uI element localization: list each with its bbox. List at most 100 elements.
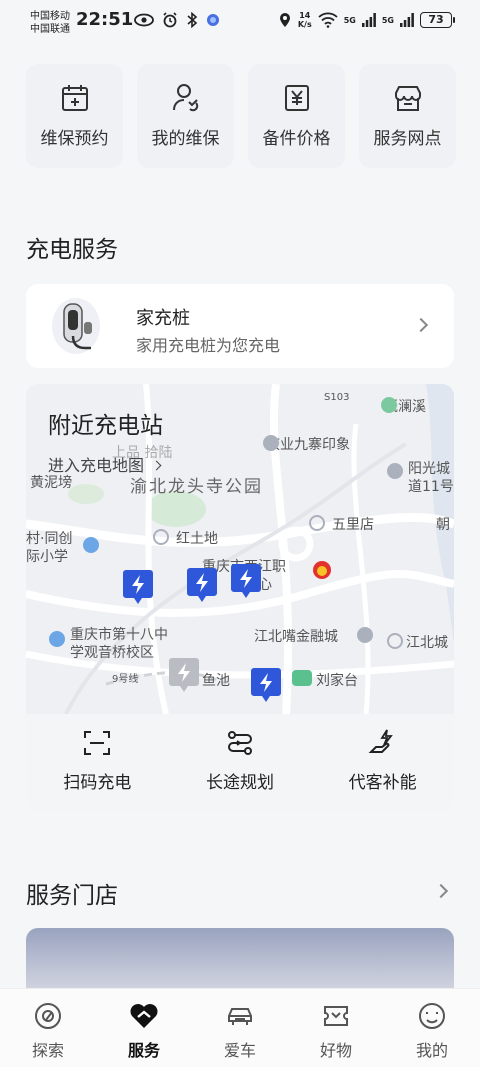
nav-label: 爱车 <box>223 1041 256 1060</box>
map-poi-icon <box>292 670 312 686</box>
action-label: 代客补能 <box>348 773 417 793</box>
nav-label: 服务 <box>127 1041 160 1060</box>
nav-explore[interactable]: 探索 <box>0 989 96 1067</box>
signal-2-icon <box>400 13 414 27</box>
map-label: 江北嘴金融城 <box>254 629 338 645</box>
map-label: 江北城 <box>406 635 448 651</box>
charging-station-pin[interactable] <box>250 666 282 704</box>
service-label: 服务网点 <box>373 129 442 149</box>
service-grid: 维保预约 我的维保 备件价格 服务网点 <box>26 64 456 168</box>
status-icons-left <box>134 12 220 28</box>
map-label: 五里店 <box>332 517 374 533</box>
battery-indicator: 73 <box>420 12 455 28</box>
map-poi-icon <box>357 627 373 643</box>
map-poi-icon <box>83 537 99 553</box>
home-charger-card[interactable]: 家充桩 家用充电桩为您充电 <box>26 284 454 368</box>
map-poi-icon <box>153 529 169 545</box>
service-outlets[interactable]: 服务网点 <box>359 64 456 168</box>
nav-mine[interactable]: 我的 <box>384 989 480 1067</box>
map-label: 9号线 <box>112 674 139 685</box>
signal-1-label: 5G <box>343 15 356 25</box>
charging-map[interactable]: 溉澜溪 S103 庆业九寨印象 上品 拾陆 阳光城 道11号 渝北龙头寺公园 黄… <box>26 384 454 714</box>
map-poi-icon <box>381 397 397 413</box>
heart-service-icon <box>130 1004 158 1028</box>
wallbox-charger-icon <box>52 298 100 354</box>
charging-station-pin[interactable] <box>122 568 154 606</box>
nearby-stations-title: 附近充电站 <box>48 413 163 439</box>
signal-2-label: 5G <box>381 15 394 25</box>
map-label: 红土地 <box>176 531 218 547</box>
bluetooth-icon <box>187 12 198 28</box>
service-label: 我的维保 <box>151 129 220 149</box>
eye-icon <box>134 13 154 27</box>
nav-label: 我的 <box>415 1041 448 1060</box>
clock: 22:51 <box>76 9 134 30</box>
scan-charge-button[interactable]: 扫码充电 <box>26 714 169 812</box>
status-icons-right: 14 K/s 5G 5G 73 <box>278 11 455 29</box>
nav-label: 探索 <box>31 1041 64 1060</box>
net-speed-unit: K/s <box>297 20 312 29</box>
map-label: 重庆市第十八中 <box>70 627 168 643</box>
long-trip-planning-button[interactable]: 长途规划 <box>169 714 312 812</box>
hand-energy-icon <box>368 729 393 753</box>
nearby-stations-card: 溉澜溪 S103 庆业九寨印象 上品 拾陆 阳光城 道11号 渝北龙头寺公园 黄… <box>26 384 454 812</box>
map-link-label: 进入充电地图 <box>48 456 145 475</box>
store-icon <box>394 86 421 111</box>
action-label: 长途规划 <box>206 773 274 793</box>
valet-charging-button[interactable]: 代客补能 <box>311 714 454 812</box>
person-wrench-icon <box>172 84 198 112</box>
map-label: 鱼池 <box>202 673 230 689</box>
store-section-title: 服务门店 <box>26 883 118 909</box>
status-bar: 中国移动 中国联通 22:51 14 K/s 5G 5G 73 <box>0 0 480 44</box>
net-speed-value: 14 <box>299 11 311 20</box>
signal-1-icon <box>361 13 376 27</box>
map-label: 村·同创 <box>26 531 73 547</box>
service-label: 维保预约 <box>40 129 109 149</box>
compass-icon <box>35 1003 61 1029</box>
calendar-plus-icon <box>61 85 88 111</box>
carrier-1: 中国移动 <box>30 11 70 22</box>
ticket-icon <box>324 1006 348 1026</box>
nav-label: 好物 <box>319 1041 352 1060</box>
nav-service[interactable]: 服务 <box>96 989 192 1067</box>
gas-station-icon <box>313 561 331 579</box>
map-label: S103 <box>324 392 350 403</box>
car-icon <box>228 1008 252 1025</box>
map-label: 阳光城 <box>408 461 450 477</box>
charging-station-pin[interactable] <box>186 566 218 604</box>
service-label: 备件价格 <box>262 129 331 149</box>
enter-charging-map-link[interactable]: 进入充电地图 <box>48 452 162 476</box>
map-poi-icon <box>309 515 325 531</box>
app-notification-icon <box>207 14 219 26</box>
alarm-icon <box>163 12 177 28</box>
route-icon <box>228 731 252 755</box>
service-parts-price[interactable]: 备件价格 <box>248 64 345 168</box>
home-charger-title: 家充桩 <box>136 308 190 329</box>
nav-goods[interactable]: 好物 <box>288 989 384 1067</box>
map-poi-icon <box>49 631 65 647</box>
charging-actions: 扫码充电 长途规划 代客补能 <box>26 714 454 812</box>
service-maintenance-booking[interactable]: 维保预约 <box>26 64 123 168</box>
map-poi-icon <box>263 435 279 451</box>
map-label: 道11号 <box>408 479 454 495</box>
bottom-nav: 探索 服务 爱车 好物 我的 <box>0 988 480 1067</box>
charging-station-pin-unavailable[interactable] <box>168 656 200 694</box>
carrier-2: 中国联通 <box>30 24 70 35</box>
map-label: 际小学 <box>26 549 68 565</box>
map-label: 朝 <box>436 517 450 533</box>
home-charger-subtitle: 家用充电桩为您充电 <box>136 336 281 355</box>
store-more-chevron-icon[interactable] <box>433 883 449 899</box>
carrier-info: 中国移动 中国联通 <box>30 10 70 36</box>
charging-section-title: 充电服务 <box>26 237 118 263</box>
service-my-maintenance[interactable]: 我的维保 <box>137 64 234 168</box>
net-speed: 14 K/s <box>298 11 312 29</box>
wifi-icon <box>318 12 338 28</box>
charging-station-pin[interactable] <box>230 562 262 600</box>
scan-icon <box>84 731 111 755</box>
profile-icon <box>419 1003 445 1029</box>
nav-car[interactable]: 爱车 <box>192 989 288 1067</box>
location-icon <box>279 13 290 27</box>
map-label: 刘家台 <box>316 673 358 689</box>
chevron-right-icon <box>413 317 429 333</box>
chevron-right-icon <box>151 460 162 471</box>
